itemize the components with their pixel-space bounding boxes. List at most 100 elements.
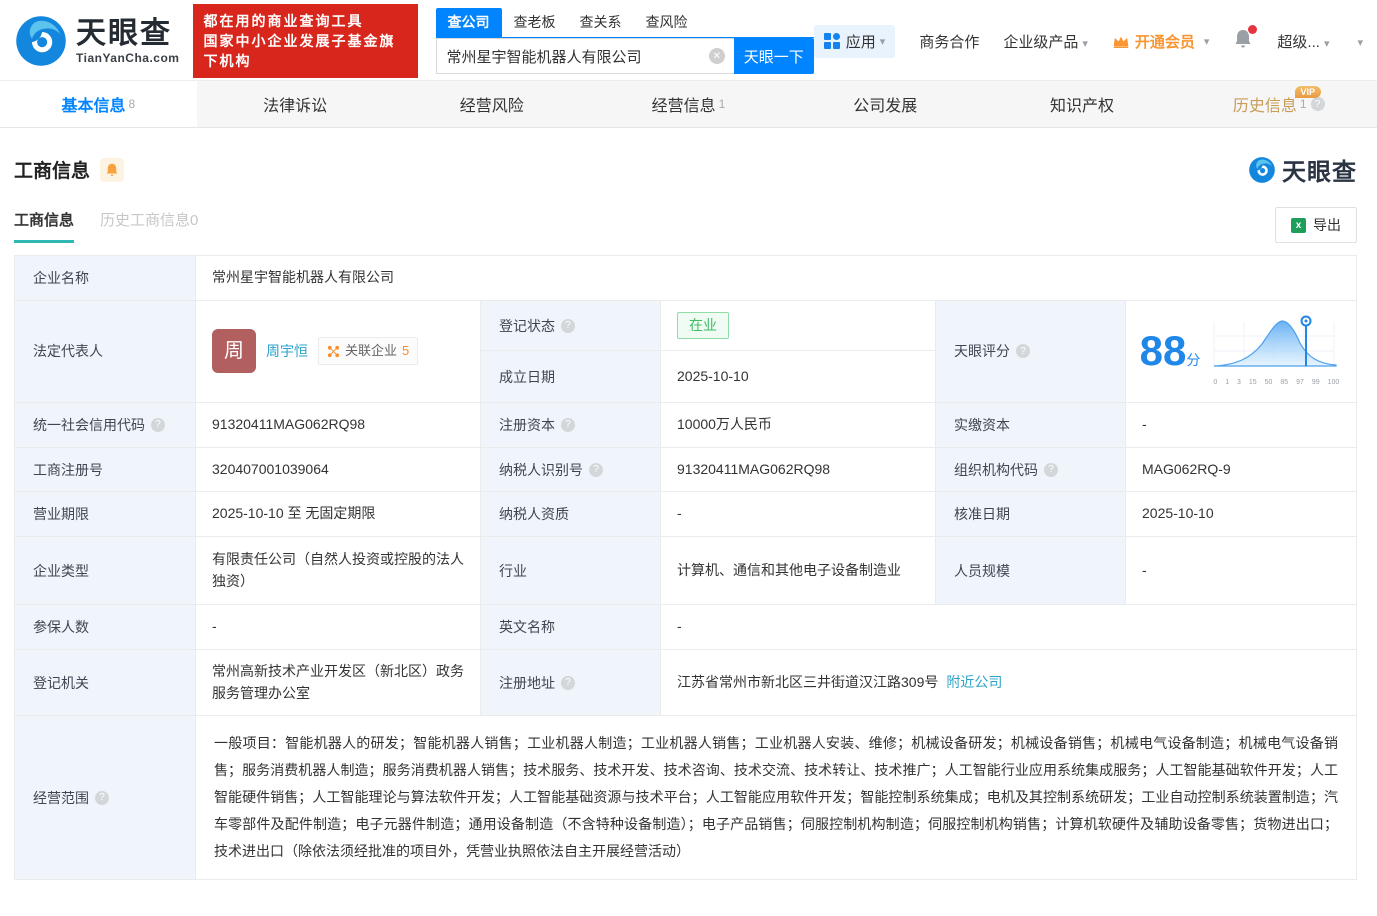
approval-date-value: 2025-10-10: [1142, 505, 1214, 522]
help-icon[interactable]: [1016, 344, 1030, 359]
tab-history-info[interactable]: VIP 历史信息 1: [1180, 81, 1377, 127]
field-label: 行业: [481, 537, 661, 605]
search-tab-risk[interactable]: 查风险: [634, 8, 700, 37]
company-type-value: 有限责任公司（自然人投资或控股的法人独资）: [196, 537, 481, 605]
field-label: 注册资本: [481, 403, 661, 447]
slogan-banner: 都在用的商业查询工具 国家中小企业发展子基金旗下机构: [193, 3, 418, 79]
tab-basic-info[interactable]: 基本信息 8: [0, 81, 197, 127]
field-label: 纳税人识别号: [481, 447, 661, 492]
crown-icon: [1113, 36, 1129, 48]
tab-operational-risk[interactable]: 经营风险: [393, 81, 590, 127]
status-badge: 在业: [677, 311, 729, 340]
network-icon: [327, 345, 340, 357]
field-label: 注册地址: [481, 649, 661, 716]
search-input[interactable]: [436, 47, 734, 65]
legal-rep-avatar[interactable]: 周: [212, 329, 256, 374]
more-caret-icon[interactable]: [1353, 33, 1363, 50]
taxpayer-id-value: 91320411MAG062RQ98: [661, 447, 936, 492]
nav-open-vip[interactable]: 开通会员: [1112, 31, 1210, 52]
field-label: 企业类型: [15, 537, 196, 605]
user-menu[interactable]: 超级...: [1277, 31, 1329, 52]
nav-business-cooperation[interactable]: 商务合作: [919, 31, 979, 52]
field-label: 核准日期: [936, 492, 1126, 537]
search-tab-relation[interactable]: 查关系: [568, 8, 634, 37]
paid-capital-value: -: [1142, 416, 1147, 433]
vip-label: 开通会员: [1134, 33, 1195, 51]
table-row: 经营范围 一般项目：智能机器人的研发；智能机器人销售；工业机器人制造；工业机器人…: [15, 716, 1356, 880]
apps-grid-icon: [823, 33, 840, 49]
subtab-bar: 工商信息 历史工商信息0: [14, 209, 198, 243]
legal-rep-link[interactable]: 周宇恒: [266, 341, 308, 363]
clear-search-icon[interactable]: [708, 48, 725, 64]
nearby-companies-link[interactable]: 附近公司: [946, 672, 1002, 694]
company-tab-bar: 基本信息 8 法律诉讼 经营风险 经营信息 1 公司发展 知识产权 VIP 历史信息…: [0, 80, 1377, 128]
tab-company-development[interactable]: 公司发展: [787, 81, 984, 127]
help-icon[interactable]: [561, 318, 575, 333]
main-content: 工商信息 天眼查 工商信息 历史工商信息0 导出: [0, 152, 1377, 916]
field-label: 经营范围: [15, 716, 196, 880]
search-tab-company[interactable]: 查公司: [435, 8, 502, 37]
table-row: 法定代表人 周 周宇恒 关联企业 5 登记状态 ? 在业 成立日期 2025-1…: [15, 300, 1356, 404]
help-icon[interactable]: [589, 462, 603, 477]
field-label: 工商注册号: [15, 447, 196, 492]
help-icon[interactable]: [1044, 462, 1058, 477]
related-companies-badge[interactable]: 关联企业 5: [318, 337, 419, 366]
score-value: 88: [1139, 327, 1187, 375]
export-button[interactable]: 导出: [1275, 207, 1357, 243]
insured-count-value: -: [196, 605, 481, 649]
business-scope-value: 一般项目：智能机器人的研发；智能机器人销售；工业机器人制造；工业机器人销售；工业…: [214, 735, 1338, 860]
est-date-value: 2025-10-10: [677, 367, 749, 384]
search-button[interactable]: 天眼一下: [733, 38, 814, 74]
credit-code-value: 91320411MAG062RQ98: [196, 403, 481, 447]
nav-enterprise-products[interactable]: 企业级产品: [1003, 31, 1088, 52]
notification-dot: [1248, 25, 1258, 34]
notifications-bell[interactable]: [1233, 25, 1258, 54]
field-label: 英文名称: [481, 605, 661, 649]
apps-menu[interactable]: 应用: [813, 24, 896, 58]
taxpayer-quality-value: -: [661, 492, 936, 537]
field-label: 纳税人资质: [481, 492, 661, 537]
apps-label: 应用: [845, 33, 876, 51]
table-row: 企业类型 有限责任公司（自然人投资或控股的法人独资） 行业 计算机、通信和其他电…: [15, 537, 1356, 606]
help-icon[interactable]: [95, 790, 109, 805]
field-label: 参保人数: [15, 605, 196, 649]
tab-count: 1: [718, 97, 726, 111]
field-label: 营业期限: [15, 492, 196, 537]
english-name-value: -: [677, 618, 682, 635]
subtab-business-registration[interactable]: 工商信息: [14, 209, 75, 243]
field-label: 登记机关: [15, 649, 196, 716]
table-row: 营业期限 2025-10-10 至 无固定期限 纳税人资质 - 核准日期 202…: [15, 492, 1356, 538]
industry-value: 计算机、通信和其他电子设备制造业: [661, 537, 936, 605]
field-label: 成立日期: [481, 351, 661, 403]
reg-address-value: 江苏省常州市新北区三井街道汉江路309号: [677, 673, 939, 690]
tianyancha-logo[interactable]: 天眼查 TianYanCha.com: [14, 14, 179, 68]
table-row: 登记机关 常州高新技术产业开发区（新北区）政务服务管理办公室 注册地址 江苏省常…: [15, 649, 1356, 717]
table-row: 统一社会信用代码 91320411MAG062RQ98 注册资本 10000万人…: [15, 403, 1356, 448]
slogan-line2: 国家中小企业发展子基金旗下机构: [203, 32, 396, 70]
help-icon[interactable]: [561, 675, 575, 690]
reg-authority-value: 常州高新技术产业开发区（新北区）政务服务管理办公室: [196, 649, 481, 716]
subtab-history-registration[interactable]: 历史工商信息0: [100, 209, 198, 243]
org-code-value: MAG062RQ-9: [1142, 460, 1231, 477]
bell-icon: [106, 163, 118, 176]
tab-business-info[interactable]: 经营信息 1: [590, 81, 787, 127]
reg-number-value: 320407001039064: [196, 447, 481, 492]
company-name-value: 常州星宇智能机器人有限公司: [212, 269, 394, 285]
top-header: 天眼查 TianYanCha.com 都在用的商业查询工具 国家中小企业发展子基…: [0, 0, 1377, 80]
help-icon[interactable]: [561, 417, 575, 432]
watermark-logo: 天眼查: [1248, 152, 1357, 187]
help-icon[interactable]: [151, 417, 165, 432]
field-label: 法定代表人: [15, 300, 196, 403]
search-tab-boss[interactable]: 查老板: [502, 8, 568, 37]
tab-count: 1: [1299, 97, 1307, 111]
excel-icon: [1291, 217, 1306, 233]
tab-legal-proceedings[interactable]: 法律诉讼: [197, 81, 394, 127]
tab-intellectual-property[interactable]: 知识产权: [984, 81, 1181, 127]
staff-size-value: -: [1142, 561, 1147, 578]
tianyancha-swirl-icon: [1249, 156, 1275, 183]
section-title: 工商信息: [14, 161, 91, 182]
help-icon[interactable]: [1310, 97, 1325, 111]
table-row: 企业名称 常州星宇智能机器人有限公司: [15, 256, 1356, 301]
score-axis-labels: 01 3 15 50 85 97 99 100: [1213, 379, 1340, 387]
subscribe-bell-button[interactable]: [100, 157, 125, 182]
